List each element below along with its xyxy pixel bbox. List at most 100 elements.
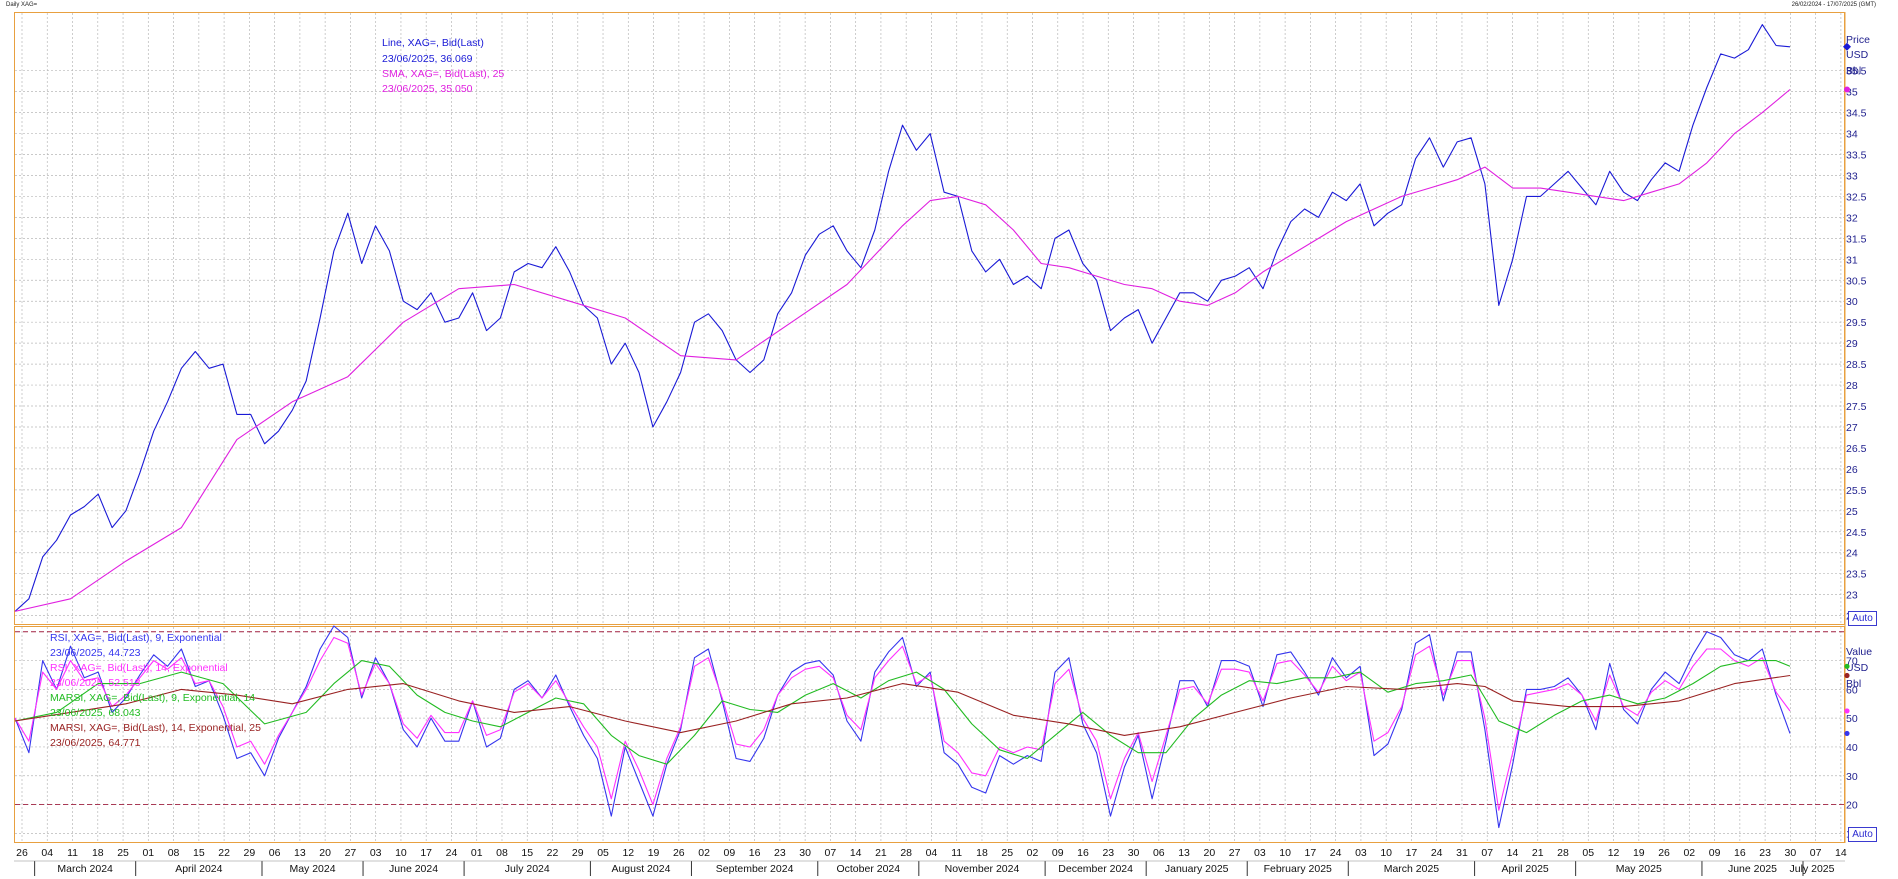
indicator-legend-line-8: 23/06/2025, 64.771 bbox=[50, 737, 141, 749]
value-axis-header-3: Bbl bbox=[1846, 678, 1861, 690]
x-month-label: March 2025 bbox=[1384, 863, 1440, 875]
sma-last-marker bbox=[1844, 86, 1850, 93]
x-day-tick: 31 bbox=[1456, 847, 1468, 859]
x-day-tick: 30 bbox=[799, 847, 811, 859]
price-axis-ticks: 22.52323.52424.52525.52626.52727.52828.5… bbox=[1846, 66, 1867, 623]
value-y-tick: 30 bbox=[1846, 771, 1858, 783]
x-day-tick: 01 bbox=[142, 847, 154, 859]
price-y-tick: 26 bbox=[1846, 464, 1858, 476]
x-month-label: May 2025 bbox=[1616, 863, 1662, 875]
x-month-label: October 2024 bbox=[836, 863, 900, 875]
x-day-tick: 10 bbox=[395, 847, 407, 859]
x-day-tick: 22 bbox=[547, 847, 559, 859]
x-day-tick: 08 bbox=[496, 847, 508, 859]
x-day-tick: 11 bbox=[951, 847, 962, 859]
sma-line-series bbox=[14, 89, 1791, 612]
rsi14-last-marker bbox=[1844, 708, 1850, 714]
x-day-tick: 20 bbox=[1203, 847, 1215, 859]
price-y-tick: 28 bbox=[1846, 380, 1858, 392]
price-y-tick: 31.5 bbox=[1846, 233, 1867, 245]
x-day-tick: 21 bbox=[1532, 847, 1544, 859]
price-auto-scale-button[interactable]: Auto bbox=[1848, 611, 1877, 626]
x-month-label: March 2024 bbox=[57, 863, 113, 875]
x-day-tick: 23 bbox=[1102, 847, 1114, 859]
x-day-tick: 05 bbox=[1582, 847, 1594, 859]
x-day-tick: 09 bbox=[1709, 847, 1721, 859]
value-y-tick: 50 bbox=[1846, 713, 1858, 725]
x-day-tick: 06 bbox=[269, 847, 281, 859]
x-month-label: January 2025 bbox=[1165, 863, 1229, 875]
x-day-tick: 02 bbox=[1027, 847, 1039, 859]
x-day-tick: 29 bbox=[572, 847, 584, 859]
x-day-tick: 28 bbox=[1557, 847, 1569, 859]
price-axis-header-3: Bbl bbox=[1846, 65, 1861, 77]
x-day-tick: 28 bbox=[900, 847, 912, 859]
x-day-tick: 12 bbox=[622, 847, 634, 859]
x-day-tick: 17 bbox=[1305, 847, 1317, 859]
indicator-legend-line-5: MARSI, XAG=, Bid(Last), 9, Exponential, … bbox=[50, 692, 255, 704]
x-day-tick: 06 bbox=[1153, 847, 1165, 859]
indicator-legend-line-7: MARSI, XAG=, Bid(Last), 14, Exponential,… bbox=[50, 722, 261, 734]
x-day-tick: 11 bbox=[67, 847, 78, 859]
x-day-tick: 07 bbox=[825, 847, 837, 859]
price-grid bbox=[15, 13, 1844, 624]
x-day-tick: 19 bbox=[648, 847, 660, 859]
indicator-panel-frame bbox=[14, 626, 1845, 843]
x-day-tick: 16 bbox=[749, 847, 761, 859]
marsi14-last-marker bbox=[1844, 672, 1850, 679]
x-day-tick: 03 bbox=[1355, 847, 1367, 859]
x-month-label: July 2025 bbox=[1790, 863, 1835, 875]
x-month-label: July 2024 bbox=[505, 863, 550, 875]
x-day-tick: 15 bbox=[193, 847, 205, 859]
x-day-tick: 05 bbox=[597, 847, 609, 859]
price-y-tick: 33 bbox=[1846, 170, 1858, 182]
price-y-tick: 28.5 bbox=[1846, 359, 1867, 371]
x-day-tick: 26 bbox=[16, 847, 28, 859]
x-day-tick: 19 bbox=[1633, 847, 1645, 859]
value-axis-header-1: Value bbox=[1846, 646, 1872, 658]
price-y-tick: 25 bbox=[1846, 506, 1858, 518]
x-day-tick: 14 bbox=[1835, 847, 1847, 859]
x-day-tick: 01 bbox=[471, 847, 483, 859]
price-y-tick: 23 bbox=[1846, 590, 1858, 602]
x-day-tick: 26 bbox=[1658, 847, 1670, 859]
chart-canvas: 22.52323.52424.52525.52626.52727.52828.5… bbox=[14, 12, 1872, 876]
x-day-tick: 27 bbox=[1229, 847, 1241, 859]
x-day-tick: 02 bbox=[1683, 847, 1695, 859]
price-legend-line-2: 23/06/2025, 36.069 bbox=[382, 53, 473, 65]
indicator-grid bbox=[15, 627, 1844, 842]
x-day-tick: 20 bbox=[319, 847, 331, 859]
price-y-tick: 34.5 bbox=[1846, 108, 1867, 120]
x-day-tick: 04 bbox=[41, 847, 53, 859]
x-day-tick: 17 bbox=[420, 847, 432, 859]
x-day-tick: 07 bbox=[1481, 847, 1493, 859]
x-month-label: February 2025 bbox=[1264, 863, 1332, 875]
x-day-tick: 09 bbox=[724, 847, 736, 859]
indicator-legend-line-4: 23/06/2025, 52.513 bbox=[50, 677, 141, 689]
x-day-tick: 22 bbox=[218, 847, 230, 859]
price-y-tick: 34 bbox=[1846, 129, 1858, 141]
x-day-tick: 08 bbox=[168, 847, 180, 859]
price-y-tick: 32.5 bbox=[1846, 191, 1867, 203]
x-day-tick: 23 bbox=[774, 847, 786, 859]
x-day-tick: 24 bbox=[446, 847, 458, 859]
x-month-label: August 2024 bbox=[611, 863, 670, 875]
x-day-tick: 21 bbox=[875, 847, 887, 859]
x-day-tick: 26 bbox=[673, 847, 685, 859]
x-day-tick: 13 bbox=[1178, 847, 1190, 859]
price-y-tick: 27 bbox=[1846, 422, 1858, 434]
price-y-tick: 25.5 bbox=[1846, 485, 1867, 497]
value-y-tick: 20 bbox=[1846, 800, 1858, 812]
price-y-tick: 24 bbox=[1846, 548, 1858, 560]
x-day-tick: 02 bbox=[698, 847, 710, 859]
x-day-tick: 29 bbox=[244, 847, 256, 859]
price-y-tick: 24.5 bbox=[1846, 527, 1867, 539]
x-day-tick: 13 bbox=[294, 847, 306, 859]
x-day-tick: 03 bbox=[370, 847, 382, 859]
indicator-legend-line-6: 23/06/2025, 68.043 bbox=[50, 707, 141, 719]
indicator-legend-line-2: 23/06/2025, 44.723 bbox=[50, 647, 141, 659]
x-day-tick: 25 bbox=[1001, 847, 1013, 859]
value-auto-scale-button[interactable]: Auto bbox=[1848, 827, 1877, 842]
x-month-label: April 2025 bbox=[1501, 863, 1548, 875]
value-axis-header-2: USD bbox=[1846, 662, 1869, 674]
